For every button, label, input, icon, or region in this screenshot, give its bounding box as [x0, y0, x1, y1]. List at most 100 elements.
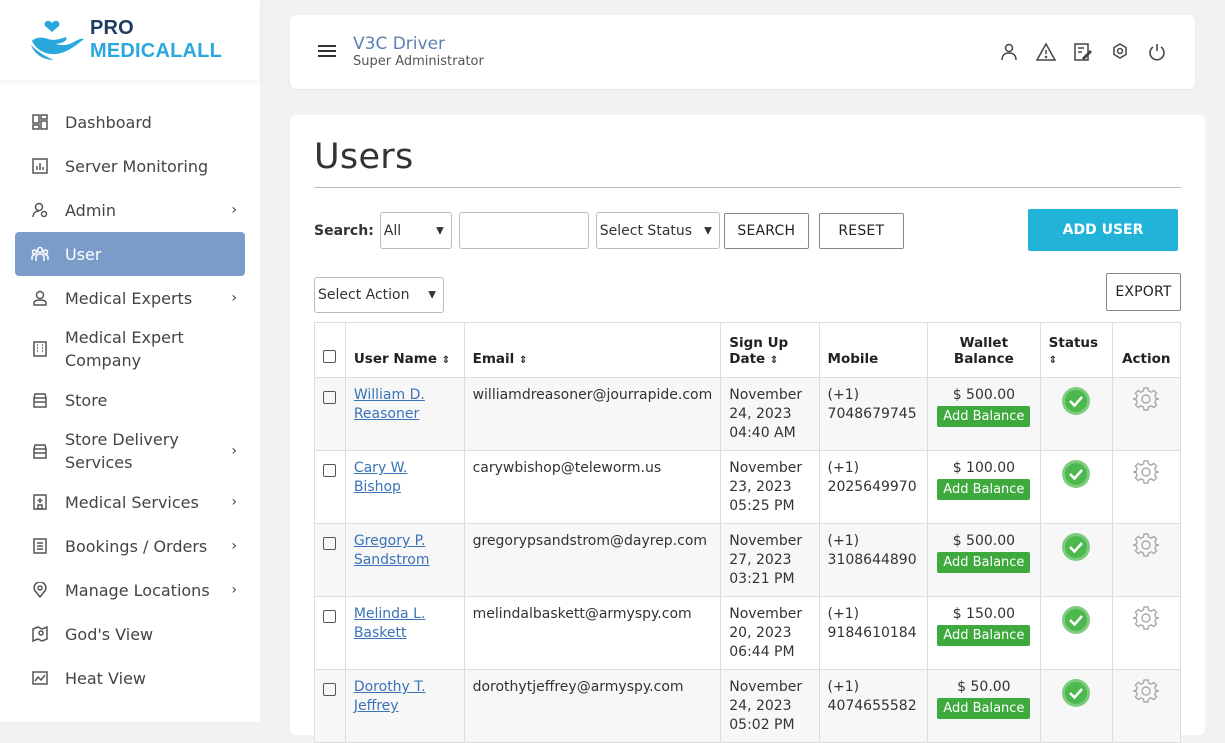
add-balance-button[interactable]: Add Balance: [937, 479, 1031, 500]
signup-date-cell: November 27, 2023 03:21 PM: [720, 523, 820, 597]
add-balance-button[interactable]: Add Balance: [937, 625, 1031, 646]
email-cell: williamdreasoner@jourrapide.com: [463, 377, 722, 451]
action-cell: [1111, 596, 1182, 670]
wallet-balance: $ 50.00: [957, 679, 1011, 695]
search-field-select[interactable]: All ▼: [379, 212, 452, 249]
settings-icon[interactable]: [1110, 42, 1130, 62]
row-checkbox[interactable]: [323, 610, 337, 623]
sidebar-item-store-delivery-services[interactable]: Store Delivery Services ›: [15, 422, 245, 480]
power-icon[interactable]: [1147, 42, 1167, 62]
admin-icon: [31, 201, 49, 219]
add-balance-button[interactable]: Add Balance: [937, 552, 1031, 573]
wallet-balance: $ 150.00: [952, 606, 1016, 622]
col-signup-date[interactable]: Sign Up Date ⇕: [720, 322, 820, 378]
building-icon: [31, 340, 49, 358]
search-input[interactable]: [458, 212, 589, 249]
chevron-right-icon: ›: [231, 494, 237, 510]
user-name-link[interactable]: Cary W. Bishop: [354, 460, 408, 495]
sidebar-item-heat-view[interactable]: Heat View: [15, 656, 245, 700]
user-name-link[interactable]: Melinda L. Baskett: [354, 606, 426, 641]
table-header-row: User Name ⇕ Email ⇕ Sign Up Date ⇕ Mobil…: [314, 322, 1182, 378]
gear-icon[interactable]: [1133, 387, 1160, 416]
email-cell: melindalbaskett@armyspy.com: [463, 596, 722, 670]
sidebar-item-label: Medical Services: [65, 492, 199, 512]
status-cell: [1039, 596, 1113, 670]
row-checkbox[interactable]: [323, 464, 337, 477]
col-user-name[interactable]: User Name ⇕: [344, 322, 465, 378]
table-row: Cary W. Bishop carywbishop@teleworm.us Nov…: [314, 450, 1182, 524]
col-email-label: Email: [472, 351, 515, 367]
row-checkbox[interactable]: [323, 683, 337, 696]
sidebar-item-manage-locations[interactable]: Manage Locations ›: [15, 568, 245, 612]
user-name-link[interactable]: Gregory P. Sandstrom: [354, 533, 430, 568]
users-panel: Users Search: All ▼ Select Status ▼ SEAR…: [290, 115, 1205, 743]
title-divider: [314, 187, 1181, 188]
add-balance-button[interactable]: Add Balance: [937, 698, 1031, 719]
sidebar-item-user[interactable]: User: [15, 232, 245, 276]
status-select[interactable]: Select Status ▼: [595, 212, 720, 249]
sidebar-item-medical-expert-company[interactable]: Medical Expert Company: [15, 320, 245, 378]
active-check-icon[interactable]: [1061, 606, 1091, 639]
profile-icon[interactable]: [999, 42, 1019, 62]
sort-icon: ⇕: [1048, 355, 1058, 366]
active-check-icon[interactable]: [1061, 460, 1091, 493]
active-check-icon[interactable]: [1061, 533, 1091, 566]
wallet-cell: $ 500.00 Add Balance: [927, 523, 1041, 597]
user-name-cell: Melinda L. Baskett: [344, 596, 465, 670]
status-select-value: Select Status: [599, 222, 693, 239]
sidebar-item-medical-services[interactable]: Medical Services ›: [15, 480, 245, 524]
row-checkbox[interactable]: [323, 391, 337, 404]
add-user-button[interactable]: ADD USER: [1028, 209, 1178, 251]
add-balance-button[interactable]: Add Balance: [937, 406, 1031, 427]
wallet-cell: $ 50.00 Add Balance: [927, 669, 1041, 743]
hamburger-menu-icon[interactable]: [318, 45, 336, 60]
table-row: Dorothy T. Jeffrey dorothytjeffrey@armysp…: [314, 669, 1182, 743]
gear-icon[interactable]: [1133, 679, 1160, 708]
sidebar-item-label: Store Delivery Services: [65, 430, 179, 472]
email-cell: dorothytjeffrey@armyspy.com: [463, 669, 722, 743]
sort-icon: ⇕: [518, 355, 528, 366]
sort-icon: ⇕: [441, 355, 451, 366]
user-name-cell: Cary W. Bishop: [344, 450, 465, 524]
sidebar-item-gods-view[interactable]: God's View: [15, 612, 245, 656]
row-select-cell: [314, 377, 346, 451]
users-table: User Name ⇕ Email ⇕ Sign Up Date ⇕ Mobil…: [314, 322, 1182, 743]
active-check-icon[interactable]: [1061, 387, 1091, 420]
select-action-dropdown[interactable]: Select Action ▼: [314, 277, 444, 313]
row-select-cell: [314, 596, 346, 670]
gear-icon[interactable]: [1133, 606, 1160, 635]
wallet-cell: $ 150.00 Add Balance: [927, 596, 1041, 670]
col-signup-label: Sign Up Date: [729, 335, 789, 367]
brand-logo[interactable]: PRO MEDICALALL: [0, 0, 260, 80]
row-checkbox[interactable]: [323, 537, 337, 550]
chart-icon: [31, 157, 49, 175]
sidebar-item-medical-experts[interactable]: Medical Experts ›: [15, 276, 245, 320]
edit-notes-icon[interactable]: [1073, 42, 1093, 62]
search-bar: Search: All ▼ Select Status ▼ SEARCH RES…: [314, 212, 904, 249]
col-email[interactable]: Email ⇕: [463, 322, 722, 378]
gear-icon[interactable]: [1133, 460, 1160, 489]
user-name-link[interactable]: Dorothy T. Jeffrey: [354, 679, 426, 714]
sidebar-item-dashboard[interactable]: Dashboard: [15, 100, 245, 144]
col-status[interactable]: Status ⇕: [1039, 322, 1113, 378]
active-check-icon[interactable]: [1061, 679, 1091, 712]
sidebar-item-server-monitoring[interactable]: Server Monitoring: [15, 144, 245, 188]
chevron-right-icon: ›: [231, 582, 237, 598]
sidebar-item-label: Medical Experts: [65, 288, 193, 308]
export-button[interactable]: EXPORT: [1106, 273, 1181, 311]
sort-icon: ⇕: [769, 355, 779, 366]
status-cell: [1039, 669, 1113, 743]
sidebar-item-label: Medical Expert Company: [65, 328, 184, 370]
alert-icon[interactable]: [1036, 42, 1056, 62]
select-all-checkbox[interactable]: [323, 350, 337, 363]
user-name-link[interactable]: William D. Reasoner: [354, 387, 425, 422]
sidebar-item-store[interactable]: Store: [15, 378, 245, 422]
sidebar-item-label: Server Monitoring: [65, 156, 209, 176]
table-row: Gregory P. Sandstrom gregorypsandstrom@da…: [314, 523, 1182, 597]
reset-button[interactable]: RESET: [818, 212, 904, 249]
gear-icon[interactable]: [1133, 533, 1160, 562]
sidebar-item-bookings-orders[interactable]: Bookings / Orders ›: [15, 524, 245, 568]
user-name-cell: William D. Reasoner: [344, 377, 465, 451]
search-button[interactable]: SEARCH: [723, 212, 809, 249]
sidebar-item-admin[interactable]: Admin ›: [15, 188, 245, 232]
